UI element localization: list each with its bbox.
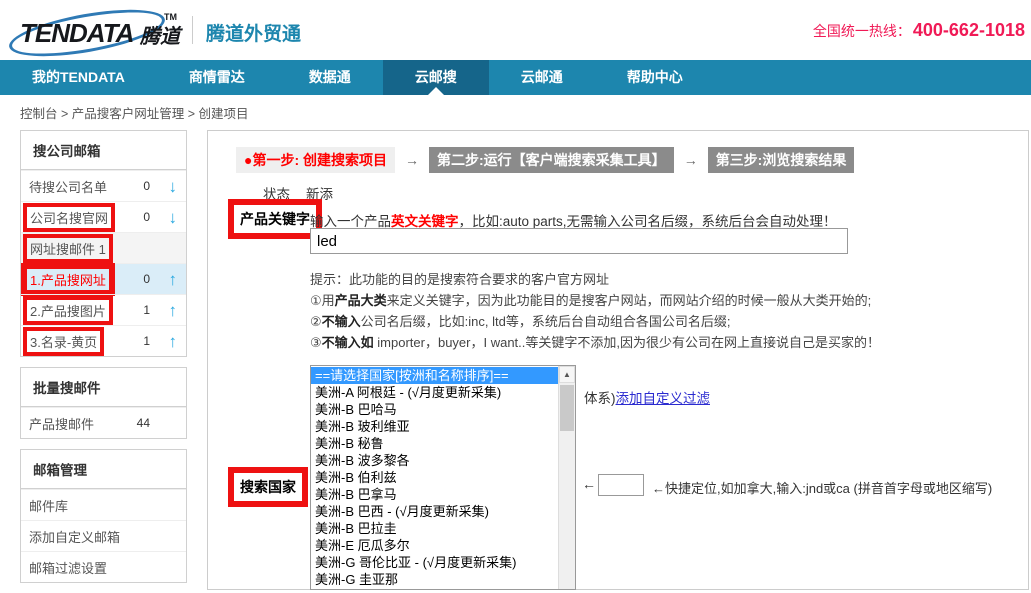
sidebar-item-count: 0 <box>143 210 150 224</box>
keyword-label: 产品关键字 <box>228 199 322 239</box>
sidebar-section: 批量搜邮件产品搜邮件 44 <box>20 367 187 439</box>
country-option[interactable]: 美洲-B 伯利兹 <box>311 469 558 486</box>
tips-line-1: ①用产品大类来定义关键字，因为此功能目的是搜客户网站，而网站介绍的时候一般从大类… <box>310 290 880 311</box>
sidebar-section-title: 邮箱管理 <box>21 450 186 489</box>
scrollbar-thumb[interactable] <box>560 385 574 431</box>
tips-title: 提示：此功能的目的是搜索符合要求的客户官方网址 <box>310 269 880 290</box>
step-arrow-icon: → <box>395 152 429 168</box>
step-badge-1[interactable]: ●第一步: 创建搜索项目 <box>236 147 395 173</box>
sidebar-item-mailbox-filter-settings[interactable]: 邮箱过滤设置 <box>21 551 186 582</box>
sidebar-item-label: 2.产品搜图片 <box>23 296 113 325</box>
keyword-hint-prefix: 输入一个产品 <box>310 214 391 229</box>
sidebar-item-count: 0 <box>143 272 150 286</box>
dropdown-scrollbar[interactable]: ▲ <box>558 366 575 589</box>
sidebar-item-label: 邮件库 <box>29 496 68 515</box>
main-nav: 我的TENDATA商情雷达数据通云邮搜云邮通帮助中心 <box>0 60 1031 95</box>
country-label: 搜索国家 <box>228 467 308 507</box>
sidebar-section: 邮箱管理邮件库添加自定义邮箱邮箱过滤设置 <box>20 449 187 583</box>
sidebar-item-company-name-search-site[interactable]: 公司名搜官网 0 ↓ <box>21 201 186 232</box>
sidebar-item-label: 待搜公司名单 <box>29 177 107 196</box>
country-option[interactable]: 美洲-G 圭亚那 <box>311 571 558 588</box>
country-option[interactable]: 美洲-B 巴拿马 <box>311 486 558 503</box>
hotline: 全国统一热线：400-662-1018 <box>813 20 1025 41</box>
quick-locate-hint: ←快捷定位,如加拿大,输入:jnd或ca (拼音首字母或地区缩写) <box>652 478 992 497</box>
custom-filter-line: 体系)添加自定义过滤 <box>584 387 710 407</box>
sidebar-item-product-search-url[interactable]: 1.产品搜网址 0 ↑ <box>21 263 186 294</box>
keyword-hint: 输入一个产品英文关键字，比如:auto parts,无需输入公司名后缀，系统后台… <box>310 210 837 230</box>
sidebar-section-title: 批量搜邮件 <box>21 368 186 407</box>
add-custom-filter-link[interactable]: 添加自定义过滤 <box>616 391 711 406</box>
country-option[interactable]: 美洲-B 波多黎各 <box>311 452 558 469</box>
sidebar-item-count: 44 <box>137 416 150 430</box>
country-option[interactable]: 美洲-B 玻利维亚 <box>311 418 558 435</box>
down-arrow-icon: ↓ <box>169 209 178 226</box>
country-option[interactable]: 美洲-B 巴哈马 <box>311 401 558 418</box>
sidebar-item-count: 1 <box>143 334 150 348</box>
sidebar-item-label: 添加自定义邮箱 <box>29 527 120 546</box>
active-tab-caret-icon <box>428 87 444 95</box>
hotline-number: 400-662-1018 <box>913 20 1025 40</box>
step-arrow-icon: → <box>674 152 708 168</box>
quick-locate-input[interactable] <box>598 474 644 496</box>
main-panel: ●第一步: 创建搜索项目→第二步:运行【客户端搜索采集工具】→第三步:浏览搜索结… <box>207 130 1029 590</box>
keyword-hint-suffix: ，比如:auto parts,无需输入公司名后缀，系统后台会自动处理！ <box>459 214 837 229</box>
steps-bar: ●第一步: 创建搜索项目→第二步:运行【客户端搜索采集工具】→第三步:浏览搜索结… <box>236 147 854 173</box>
country-option[interactable]: 美洲-E 厄瓜多尔 <box>311 537 558 554</box>
nav-tab-help-center[interactable]: 帮助中心 <box>595 60 715 95</box>
step-badge-2[interactable]: 第二步:运行【客户端搜索采集工具】 <box>429 147 674 173</box>
up-arrow-icon: ↑ <box>169 333 178 350</box>
sidebar-item-count: 0 <box>143 179 150 193</box>
product-name: 腾道外贸通 <box>206 19 301 46</box>
tips-line-3: ③不输入如 importer，buyer，I want..等关键字不添加,因为很… <box>310 332 880 353</box>
country-option[interactable]: 美洲-B 秘鲁 <box>311 435 558 452</box>
country-option[interactable]: ==请选择国家[按洲和名称排序]== <box>311 367 558 384</box>
nav-tab-datatong[interactable]: 数据通 <box>277 60 383 95</box>
sidebar-item-label: 公司名搜官网 <box>23 203 115 232</box>
scroll-up-icon[interactable]: ▲ <box>559 366 575 383</box>
sidebar-item-add-custom-mailbox[interactable]: 添加自定义邮箱 <box>21 520 186 551</box>
nav-tab-my-tendata[interactable]: 我的TENDATA <box>0 60 157 95</box>
sidebar-item-label: 1.产品搜网址 <box>21 263 115 296</box>
header-divider <box>192 16 193 44</box>
country-dropdown: ==请选择国家[按洲和名称排序]==美洲-A 阿根廷 - (√月度更新采集)美洲… <box>310 365 576 590</box>
step-badge-3[interactable]: 第三步:浏览搜索结果 <box>708 147 855 173</box>
sidebar-item-product-search-image[interactable]: 2.产品搜图片 1 ↑ <box>21 294 186 325</box>
nav-tab-cloud-mail-search[interactable]: 云邮搜 <box>383 60 489 95</box>
sidebar-item-product-search-mail[interactable]: 产品搜邮件 44 <box>21 407 186 438</box>
country-option[interactable]: 美洲-B 巴拉圭 <box>311 520 558 537</box>
logo-trademark: TM <box>164 12 177 22</box>
tendata-logo[interactable]: TENDATA 腾道 TM <box>12 10 182 54</box>
sidebar-item-label: 邮箱过滤设置 <box>29 558 107 577</box>
hotline-label: 全国统一热线： <box>813 23 911 39</box>
sidebar-section: 搜公司邮箱待搜公司名单0↓公司名搜官网0↓网址搜邮件 11.产品搜网址0↑2.产… <box>20 130 187 357</box>
sidebar-item-label: 产品搜邮件 <box>29 414 94 433</box>
logo-text: TENDATA <box>20 18 133 49</box>
sidebar-item-count: 1 <box>143 303 150 317</box>
sidebar-item-directory-yellow-pages[interactable]: 3.名录-黄页 1 ↑ <box>21 325 186 356</box>
nav-tab-business-radar[interactable]: 商情雷达 <box>157 60 277 95</box>
country-option[interactable]: 美洲-B 巴西 - (√月度更新采集) <box>311 503 558 520</box>
nav-tab-cloud-mail-send[interactable]: 云邮通 <box>489 60 595 95</box>
logo-suffix: 腾道 <box>140 20 180 49</box>
keyword-hint-emphasis: 英文关键字 <box>391 214 459 229</box>
custom-filter-prefix: 体系) <box>584 391 616 406</box>
sidebar-section-title: 搜公司邮箱 <box>21 131 186 170</box>
sidebar-item-mail-library[interactable]: 邮件库 <box>21 489 186 520</box>
up-arrow-icon: ↑ <box>169 271 178 288</box>
sidebar-item-pending-company-list[interactable]: 待搜公司名单 0 ↓ <box>21 170 186 201</box>
sidebar-item-label: 3.名录-黄页 <box>23 327 104 356</box>
down-arrow-icon: ↓ <box>169 178 178 195</box>
top-header: TENDATA 腾道 TM 腾道外贸通 全国统一热线：400-662-1018 <box>0 0 1031 60</box>
country-option[interactable]: 美洲-G 哥伦比亚 - (√月度更新采集) <box>311 554 558 571</box>
sidebar: 搜公司邮箱待搜公司名单0↓公司名搜官网0↓网址搜邮件 11.产品搜网址0↑2.产… <box>20 130 187 593</box>
sidebar-item-label: 网址搜邮件 1 <box>23 234 113 263</box>
keyword-input[interactable] <box>310 228 848 254</box>
tips-block: 提示：此功能的目的是搜索符合要求的客户官方网址①用产品大类来定义关键字，因为此功… <box>310 269 880 353</box>
sidebar-item-url-search-mail[interactable]: 网址搜邮件 1 <box>21 232 186 263</box>
tips-line-2: ②不输入公司名后缀，比如:inc, ltd等，系统后台自动组合各国公司名后缀; <box>310 311 880 332</box>
breadcrumb[interactable]: 控制台 > 产品搜客户网址管理 > 创建项目 <box>20 103 249 122</box>
up-arrow-icon: ↑ <box>169 302 178 319</box>
country-option[interactable]: 美洲-A 阿根廷 - (√月度更新采集) <box>311 384 558 401</box>
left-arrow-glyph: ← <box>582 476 596 492</box>
